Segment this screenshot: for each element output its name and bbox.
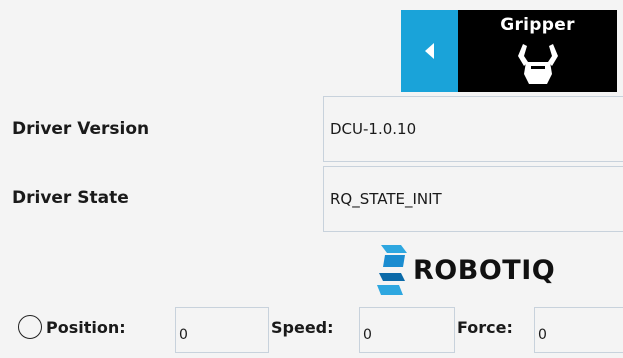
gripper-icon — [518, 44, 558, 84]
force-label: Force: — [457, 318, 513, 337]
robotiq-wordmark: ROBOTIQ — [413, 254, 556, 286]
radio-circle-icon[interactable] — [18, 315, 42, 339]
gripper-header: Gripper — [458, 10, 617, 92]
driver-state-label: Driver State — [12, 188, 129, 208]
position-input[interactable] — [175, 307, 269, 353]
speed-input[interactable] — [359, 307, 455, 353]
driver-version-label: Driver Version — [12, 119, 150, 139]
control-row: Position: Speed: Force: — [0, 307, 623, 353]
chevron-left-icon — [424, 43, 434, 59]
header-title: Gripper — [500, 15, 575, 35]
position-label: Position: — [46, 318, 126, 337]
back-button[interactable] — [401, 10, 458, 92]
driver-version-value: DCU-1.0.10 — [323, 96, 623, 162]
gripper-panel: Gripper Driver Version DCU-1.0.10 Driver… — [0, 0, 623, 358]
robotiq-logo: ROBOTIQ — [375, 240, 555, 300]
robotiq-mark-icon — [377, 245, 407, 295]
force-input[interactable] — [534, 307, 623, 353]
driver-state-value: RQ_STATE_INIT — [323, 166, 623, 232]
speed-label: Speed: — [271, 318, 334, 337]
